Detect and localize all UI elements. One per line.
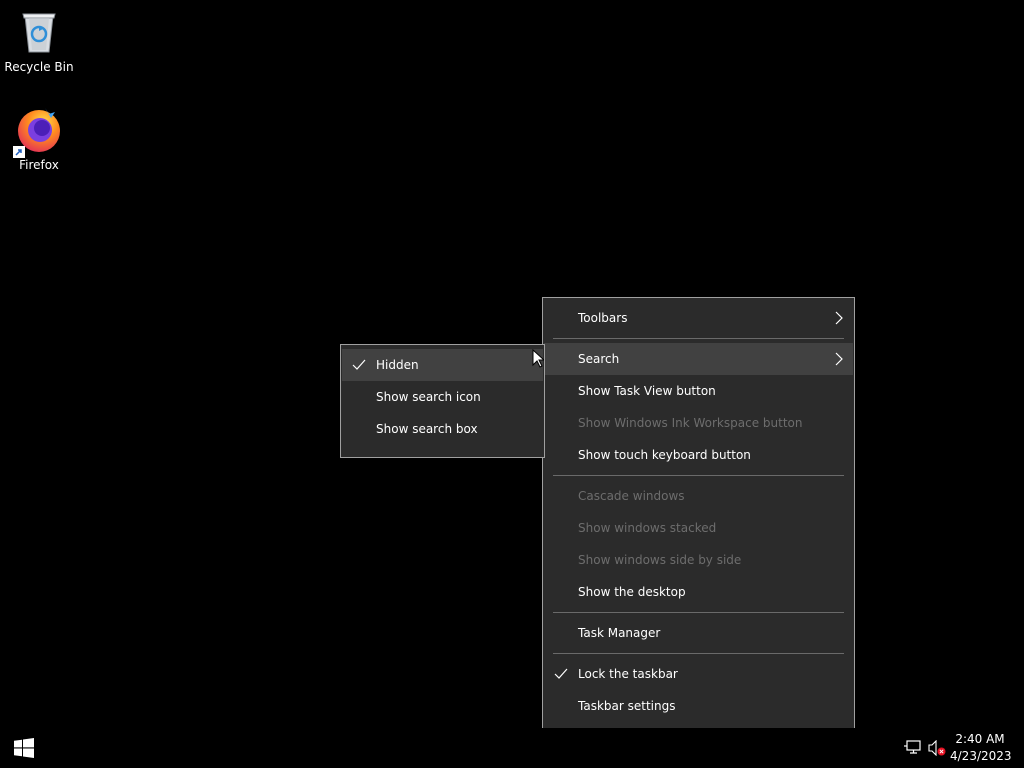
desktop-icon-label: Recycle Bin [4, 60, 74, 74]
submenu-item-show-search-box[interactable]: Show search box [342, 413, 543, 445]
desktop-icon-firefox[interactable]: Firefox [1, 106, 77, 173]
menu-item-label: Show touch keyboard button [578, 448, 751, 462]
menu-item-label: Task Manager [578, 626, 661, 640]
menu-item-show-windows-side-by-side: Show windows side by side [544, 544, 853, 576]
submenu-item-label: Show search box [376, 422, 478, 436]
menu-item-show-windows-stacked: Show windows stacked [544, 512, 853, 544]
menu-item-label: Toolbars [578, 311, 628, 325]
menu-separator [553, 475, 844, 476]
menu-item-label: Search [578, 352, 620, 366]
desktop: Recycle Bin Firefox Toolbars Search Show… [0, 0, 1024, 735]
firefox-icon [13, 106, 63, 158]
checkmark-icon [352, 349, 366, 381]
menu-item-label: Show windows stacked [578, 521, 717, 535]
desktop-icon-recycle-bin[interactable]: Recycle Bin [1, 8, 77, 75]
menu-separator [553, 338, 844, 339]
windows-logo-icon [14, 738, 34, 758]
menu-item-label: Taskbar settings [578, 699, 676, 713]
menu-item-search[interactable]: Search [544, 343, 853, 375]
shortcut-arrow-icon [13, 146, 25, 158]
submenu-item-show-search-icon[interactable]: Show search icon [342, 381, 543, 413]
mouse-cursor-icon [532, 349, 544, 368]
volume-muted-icon[interactable] [928, 739, 946, 757]
desktop-icon-label: Firefox [19, 158, 59, 172]
menu-item-task-manager[interactable]: Task Manager [544, 617, 853, 649]
menu-item-label: Show windows side by side [578, 553, 742, 567]
submenu-item-label: Hidden [376, 358, 419, 372]
menu-item-label: Show the desktop [578, 585, 686, 599]
menu-item-lock-the-taskbar[interactable]: Lock the taskbar [544, 658, 853, 690]
menu-item-cascade-windows: Cascade windows [544, 480, 853, 512]
menu-item-label: Show Windows Ink Workspace button [578, 416, 803, 430]
clock-date: 4/23/2023 [950, 749, 1012, 763]
menu-item-show-the-desktop[interactable]: Show the desktop [544, 576, 853, 608]
checkmark-icon [554, 658, 568, 690]
menu-item-show-windows-ink-workspace-button: Show Windows Ink Workspace button [544, 407, 853, 439]
menu-separator [553, 612, 844, 613]
submenu-item-hidden[interactable]: Hidden [342, 349, 543, 381]
menu-item-toolbars[interactable]: Toolbars [544, 302, 853, 334]
menu-item-taskbar-settings[interactable]: Taskbar settings [544, 690, 853, 722]
search-submenu: Hidden Show search icon Show search box [340, 344, 545, 458]
menu-item-label: Lock the taskbar [578, 667, 678, 681]
chevron-right-icon [833, 343, 845, 375]
chevron-right-icon [833, 302, 845, 334]
taskbar-clock[interactable]: 2:40 AM 4/23/2023 [950, 731, 1012, 765]
clock-time: 2:40 AM [955, 732, 1005, 746]
taskbar: 2:40 AM 4/23/2023 [0, 728, 1024, 768]
submenu-item-label: Show search icon [376, 390, 481, 404]
menu-item-label: Cascade windows [578, 489, 685, 503]
recycle-bin-icon [15, 8, 63, 56]
taskbar-context-menu: Toolbars Search Show Task View button Sh… [542, 297, 855, 735]
menu-item-show-touch-keyboard-button[interactable]: Show touch keyboard button [544, 439, 853, 471]
menu-item-show-task-view-button[interactable]: Show Task View button [544, 375, 853, 407]
menu-item-label: Show Task View button [578, 384, 716, 398]
network-icon[interactable] [904, 740, 922, 756]
start-button[interactable] [0, 728, 48, 768]
menu-separator [553, 653, 844, 654]
